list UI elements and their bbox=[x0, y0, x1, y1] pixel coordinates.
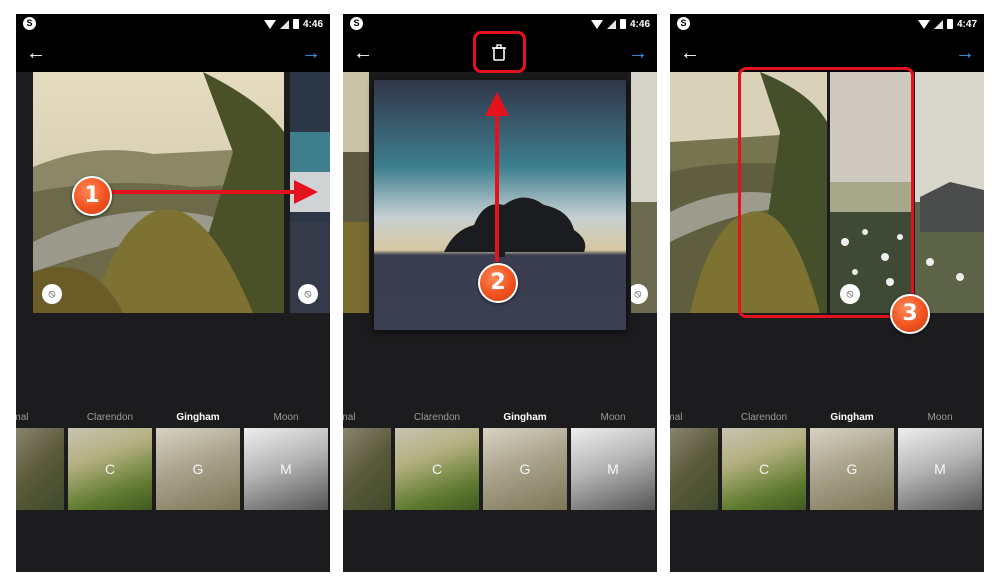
filter-thumb-moon[interactable]: M bbox=[571, 428, 655, 510]
app-notification-icon: S bbox=[677, 17, 690, 30]
filter-thumb-normal[interactable] bbox=[670, 428, 718, 510]
back-arrow-icon[interactable]: ← bbox=[26, 43, 46, 63]
phone-screen-1: S 4:46 ← → ⦸ ⦸ mal Clarendon Gingham Moo… bbox=[16, 14, 330, 572]
photo-peek-image bbox=[343, 72, 369, 313]
filter-label-moon: Moon bbox=[273, 412, 299, 423]
status-bar: S 4:47 bbox=[670, 14, 984, 34]
photo-peek-image bbox=[290, 72, 330, 313]
signal-icon bbox=[279, 19, 289, 29]
wifi-icon bbox=[263, 19, 276, 29]
next-arrow-icon[interactable]: → bbox=[628, 43, 648, 63]
signal-icon bbox=[606, 19, 616, 29]
filter-thumb-gingham[interactable]: G bbox=[483, 428, 567, 510]
battery-icon bbox=[619, 19, 626, 29]
filter-thumb-normal[interactable] bbox=[16, 428, 64, 510]
remove-photo-badge-icon[interactable]: ⦸ bbox=[42, 284, 62, 304]
next-arrow-icon[interactable]: → bbox=[301, 43, 321, 63]
app-notification-icon: S bbox=[23, 17, 36, 30]
photo-landscape-road[interactable]: ⦸ bbox=[33, 72, 284, 313]
top-toolbar: ← → bbox=[16, 34, 330, 72]
carousel-editor: ⦸ ⦸ bbox=[16, 72, 330, 412]
status-time: 4:46 bbox=[629, 18, 650, 30]
filter-strip: ormal Clarendon Gingham Moon C G M bbox=[670, 412, 984, 522]
wifi-icon bbox=[590, 19, 603, 29]
photo-barn[interactable] bbox=[915, 72, 984, 313]
filter-thumb-moon[interactable]: M bbox=[244, 428, 328, 510]
photo-peek-image bbox=[631, 72, 657, 313]
remove-photo-badge-icon[interactable]: ⦸ bbox=[298, 284, 318, 304]
photo-next-peek[interactable]: ⦸ bbox=[290, 72, 330, 313]
filter-label-clarendon: Clarendon bbox=[86, 412, 134, 423]
filter-label-normal: ormal bbox=[16, 412, 29, 423]
status-time: 4:47 bbox=[956, 18, 977, 30]
step-marker-2: 2 bbox=[478, 263, 518, 303]
battery-icon bbox=[292, 19, 299, 29]
filter-thumb-gingham[interactable]: G bbox=[156, 428, 240, 510]
filter-label-gingham: Gingham bbox=[503, 412, 547, 423]
filter-label-gingham: Gingham bbox=[830, 412, 874, 423]
status-bar: S 4:46 bbox=[16, 14, 330, 34]
battery-icon bbox=[946, 19, 953, 29]
photo-left-peek[interactable] bbox=[343, 72, 369, 313]
filter-thumb-clarendon[interactable]: C bbox=[395, 428, 479, 510]
filter-label-clarendon: Clarendon bbox=[740, 412, 788, 423]
filter-thumb-gingham[interactable]: G bbox=[810, 428, 894, 510]
filter-strip: ormal Clarendon Gingham Moon C G M bbox=[343, 412, 657, 522]
filter-label-moon: Moon bbox=[600, 412, 626, 423]
carousel-editor: ⦸ bbox=[343, 72, 657, 412]
next-arrow-icon[interactable]: → bbox=[955, 43, 975, 63]
photo-landscape-road-image bbox=[33, 72, 284, 313]
filter-label-normal: ormal bbox=[670, 412, 683, 423]
signal-icon bbox=[933, 19, 943, 29]
app-notification-icon: S bbox=[350, 17, 363, 30]
filter-label-clarendon: Clarendon bbox=[413, 412, 461, 423]
filter-thumb-clarendon[interactable]: C bbox=[722, 428, 806, 510]
filter-thumb-clarendon[interactable]: C bbox=[68, 428, 152, 510]
back-arrow-icon[interactable]: ← bbox=[353, 43, 373, 63]
filter-label-gingham: Gingham bbox=[176, 412, 220, 423]
step-marker-1: 1 bbox=[72, 176, 112, 216]
filter-label-normal: ormal bbox=[343, 412, 356, 423]
filter-label-moon: Moon bbox=[927, 412, 953, 423]
filter-strip: ormal Clarendon Gingham Moon C G M bbox=[16, 412, 330, 522]
photo-right-peek[interactable]: ⦸ bbox=[631, 72, 657, 313]
back-arrow-icon[interactable]: ← bbox=[680, 43, 700, 63]
wifi-icon bbox=[917, 19, 930, 29]
step-marker-3: 3 bbox=[890, 294, 930, 334]
filter-thumb-moon[interactable]: M bbox=[898, 428, 982, 510]
status-time: 4:46 bbox=[302, 18, 323, 30]
annotation-highlight-trash bbox=[473, 31, 526, 73]
filter-thumb-normal[interactable] bbox=[343, 428, 391, 510]
photo-barn-image bbox=[915, 72, 984, 313]
annotation-highlight-reordered bbox=[738, 67, 914, 318]
